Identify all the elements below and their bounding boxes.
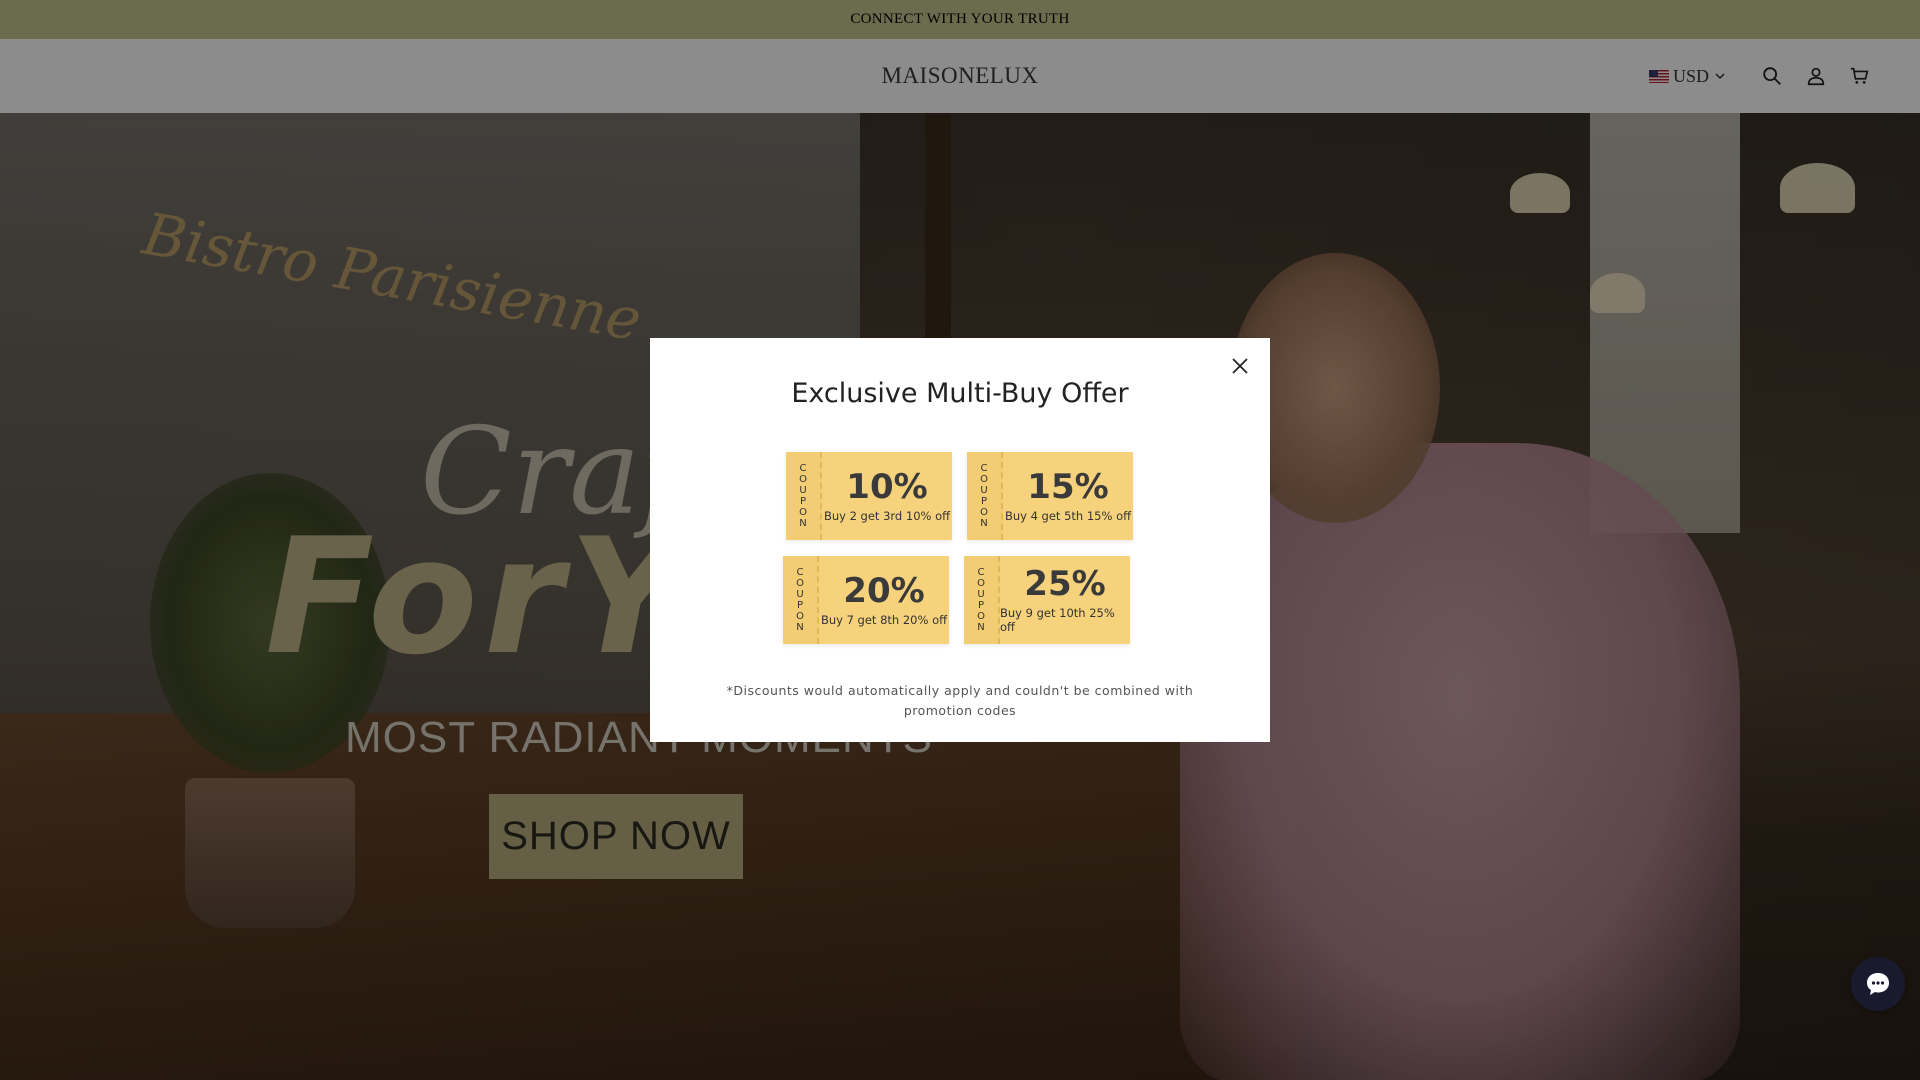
chat-button[interactable]: [1851, 957, 1905, 1011]
coupon-description: Buy 7 get 8th 20% off: [820, 613, 948, 627]
coupon-20[interactable]: COUPON 20% Buy 7 get 8th 20% off: [783, 556, 949, 644]
coupon-stub: COUPON: [967, 452, 1003, 540]
coupon-description: Buy 2 get 3rd 10% off: [823, 509, 951, 523]
multi-buy-offer-modal: Exclusive Multi-Buy Offer COUPON 10% Buy…: [650, 338, 1270, 742]
coupon-stub: COUPON: [786, 452, 822, 540]
close-icon: [1232, 358, 1248, 374]
coupon-body: 20% Buy 7 get 8th 20% off: [819, 556, 949, 644]
coupon-25[interactable]: COUPON 25% Buy 9 get 10th 25% off: [964, 556, 1130, 644]
coupon-10[interactable]: COUPON 10% Buy 2 get 3rd 10% off: [786, 452, 952, 540]
coupon-15[interactable]: COUPON 15% Buy 4 get 5th 15% off: [967, 452, 1133, 540]
coupon-stub: COUPON: [783, 556, 819, 644]
coupon-stub: COUPON: [964, 556, 1000, 644]
coupon-percent: 25%: [1024, 564, 1106, 604]
coupon-body: 15% Buy 4 get 5th 15% off: [1003, 452, 1133, 540]
coupon-percent: 15%: [1027, 467, 1109, 507]
chat-icon: [1867, 973, 1889, 995]
modal-title: Exclusive Multi-Buy Offer: [791, 378, 1129, 409]
coupon-body: 10% Buy 2 get 3rd 10% off: [822, 452, 952, 540]
coupon-description: Buy 4 get 5th 15% off: [1004, 509, 1132, 523]
discount-note: *Discounts would automatically apply and…: [726, 683, 1194, 718]
coupon-body: 25% Buy 9 get 10th 25% off: [1000, 556, 1130, 644]
coupon-percent: 20%: [843, 571, 925, 611]
coupon-description: Buy 9 get 10th 25% off: [1000, 606, 1115, 634]
coupon-percent: 10%: [846, 467, 928, 507]
